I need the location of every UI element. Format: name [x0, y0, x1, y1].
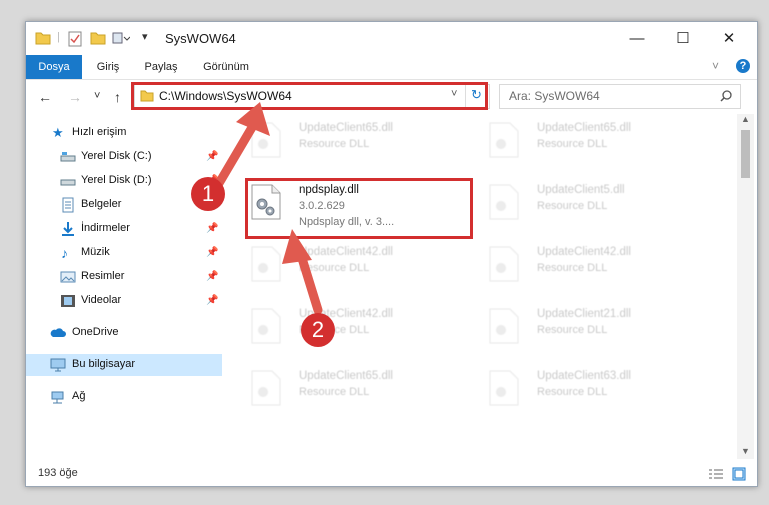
step-callout-2: 2	[301, 313, 335, 347]
annotation-arrows	[213, 102, 323, 315]
step-callout-1: 1	[191, 177, 225, 211]
